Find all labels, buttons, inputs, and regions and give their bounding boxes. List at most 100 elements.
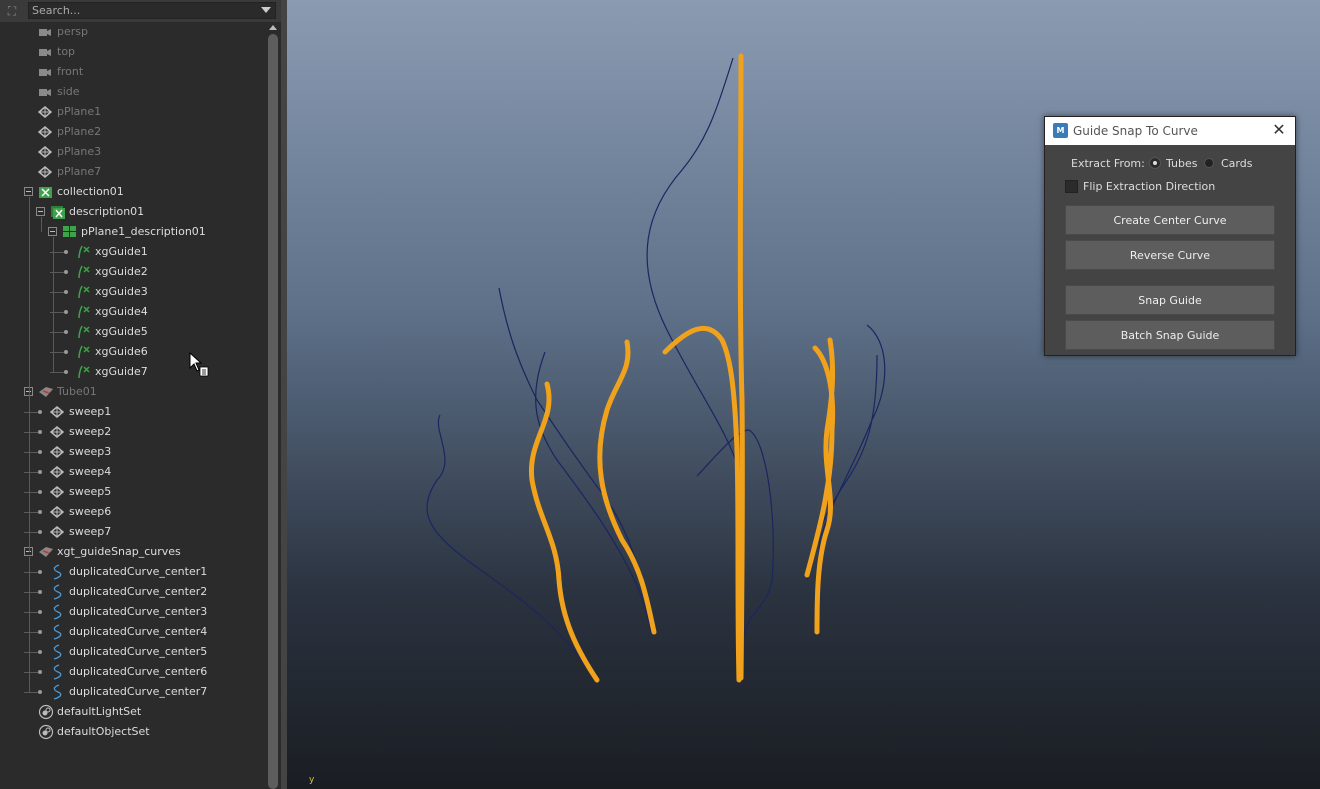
outliner-item-label: pPlane1_description01: [81, 225, 206, 238]
tree-node-dot: [38, 630, 42, 634]
tree-node-dot: [64, 290, 68, 294]
outliner-scrollbar[interactable]: [266, 22, 281, 789]
outliner-item-label: pPlane7: [57, 165, 102, 178]
outliner-item-xgguide4[interactable]: xgGuide4: [0, 302, 266, 322]
curve-icon: [50, 584, 64, 600]
outliner-item-duplicatedcurve_center5[interactable]: duplicatedCurve_center5: [0, 642, 266, 662]
search-field[interactable]: [28, 2, 276, 19]
guide-curve: [806, 354, 878, 581]
collapse-toggle-icon[interactable]: [24, 187, 33, 196]
outliner-item-label: xgt_guideSnap_curves: [57, 545, 181, 558]
outliner-item-top[interactable]: top: [0, 42, 266, 62]
search-dropdown-icon[interactable]: [261, 7, 271, 13]
outliner-item-pplane3[interactable]: pPlane3: [0, 142, 266, 162]
outliner-item-xgguide1[interactable]: xgGuide1: [0, 242, 266, 262]
tree-node-dot: [64, 350, 68, 354]
outliner-item-duplicatedcurve_center6[interactable]: duplicatedCurve_center6: [0, 662, 266, 682]
outliner-item-pplane2[interactable]: pPlane2: [0, 122, 266, 142]
camera-icon: [38, 85, 52, 97]
outliner-item-pplane1_description01[interactable]: pPlane1_description01: [0, 222, 266, 242]
outliner-item-label: xgGuide5: [95, 325, 148, 338]
xgen-description-icon: [50, 205, 65, 219]
collapse-toggle-icon[interactable]: [48, 227, 57, 236]
outliner-item-label: collection01: [57, 185, 124, 198]
group-icon: [38, 545, 53, 557]
reverse-curve-button[interactable]: Reverse Curve: [1065, 240, 1275, 270]
outliner-item-description01[interactable]: description01: [0, 202, 266, 222]
mesh-icon: [37, 165, 53, 178]
tree-node-dot: [38, 470, 42, 474]
outliner-item-tube01[interactable]: Tube01: [0, 382, 266, 402]
outliner-item-collection01[interactable]: collection01: [0, 182, 266, 202]
outliner-item-sweep4[interactable]: sweep4: [0, 462, 266, 482]
tree-branch-line: [24, 472, 38, 473]
outliner-item-label: sweep5: [69, 485, 112, 498]
outliner-item-xgguide7[interactable]: xgGuide7: [0, 362, 266, 382]
tree-node-dot: [38, 590, 42, 594]
outliner-item-duplicatedcurve_center2[interactable]: duplicatedCurve_center2: [0, 582, 266, 602]
outliner-item-sweep6[interactable]: sweep6: [0, 502, 266, 522]
outliner-item-label: top: [57, 45, 76, 58]
outliner-item-xgguide2[interactable]: xgGuide2: [0, 262, 266, 282]
outliner-item-duplicatedcurve_center3[interactable]: duplicatedCurve_center3: [0, 602, 266, 622]
outliner-item-front[interactable]: front: [0, 62, 266, 82]
outliner-item-xgt_guidesnap_curves[interactable]: xgt_guideSnap_curves: [0, 542, 266, 562]
extract-from-label: Extract From:: [1071, 157, 1145, 170]
dialog-titlebar[interactable]: M Guide Snap To Curve ✕: [1045, 117, 1295, 145]
outliner-item-pplane7[interactable]: pPlane7: [0, 162, 266, 182]
xgen-guide-icon: [76, 265, 90, 279]
tree-node-dot: [38, 410, 42, 414]
tubes-radio[interactable]: [1150, 158, 1160, 168]
outliner-item-sweep2[interactable]: sweep2: [0, 422, 266, 442]
curve-icon: [50, 684, 64, 700]
outliner-item-label: duplicatedCurve_center2: [69, 585, 208, 598]
tree-branch-line: [24, 612, 38, 613]
outliner-item-side[interactable]: side: [0, 82, 266, 102]
outliner-item-label: pPlane3: [57, 145, 102, 158]
outliner-search-bar: ⛶: [0, 0, 281, 22]
outliner-item-xgguide3[interactable]: xgGuide3: [0, 282, 266, 302]
xgen-guide-icon: [76, 305, 90, 319]
outliner-item-label: sweep6: [69, 505, 112, 518]
outliner-item-label: xgGuide3: [95, 285, 148, 298]
collapse-toggle-icon[interactable]: [36, 207, 45, 216]
mesh-icon: [37, 145, 53, 158]
outliner-item-persp[interactable]: persp: [0, 22, 266, 42]
outliner-item-sweep5[interactable]: sweep5: [0, 482, 266, 502]
curve-icon: [50, 624, 64, 640]
create-center-curve-button[interactable]: Create Center Curve: [1065, 205, 1275, 235]
scrollbar-thumb[interactable]: [268, 34, 278, 789]
outliner-item-defaultlightset[interactable]: defaultLightSet: [0, 702, 266, 722]
outliner-item-label: duplicatedCurve_center1: [69, 565, 208, 578]
outliner-item-xgguide5[interactable]: xgGuide5: [0, 322, 266, 342]
outliner-item-label: xgGuide6: [95, 345, 148, 358]
outliner-item-label: persp: [57, 25, 88, 38]
outliner-item-duplicatedcurve_center1[interactable]: duplicatedCurve_center1: [0, 562, 266, 582]
set-icon: [38, 704, 54, 720]
outliner-item-sweep3[interactable]: sweep3: [0, 442, 266, 462]
outliner-item-sweep1[interactable]: sweep1: [0, 402, 266, 422]
scroll-up-arrow-icon[interactable]: [269, 25, 277, 30]
tree-branch-line: [24, 592, 38, 593]
tree-branch-line: [24, 452, 38, 453]
outliner-item-label: side: [57, 85, 80, 98]
outliner-item-defaultobjectset[interactable]: defaultObjectSet: [0, 722, 266, 742]
outliner-item-duplicatedcurve_center7[interactable]: duplicatedCurve_center7: [0, 682, 266, 702]
snap-guide-button[interactable]: Snap Guide: [1065, 285, 1275, 315]
outliner-item-label: description01: [69, 205, 145, 218]
close-icon[interactable]: ✕: [1271, 121, 1287, 139]
search-input[interactable]: [32, 3, 257, 18]
curve-icon: [50, 564, 64, 580]
outliner-item-xgguide6[interactable]: xgGuide6: [0, 342, 266, 362]
tree-branch-line: [24, 432, 38, 433]
tube-curves: [528, 53, 836, 683]
outliner-item-duplicatedcurve_center4[interactable]: duplicatedCurve_center4: [0, 622, 266, 642]
flip-extraction-checkbox[interactable]: [1065, 180, 1078, 193]
outliner-item-sweep7[interactable]: sweep7: [0, 522, 266, 542]
filter-toggle-icon[interactable]: ⛶: [4, 3, 20, 19]
cards-radio[interactable]: [1204, 158, 1214, 168]
outliner-item-pplane1[interactable]: pPlane1: [0, 102, 266, 122]
batch-snap-guide-button[interactable]: Batch Snap Guide: [1065, 320, 1275, 350]
group-icon: [38, 385, 53, 397]
tree-branch-line: [24, 572, 38, 573]
